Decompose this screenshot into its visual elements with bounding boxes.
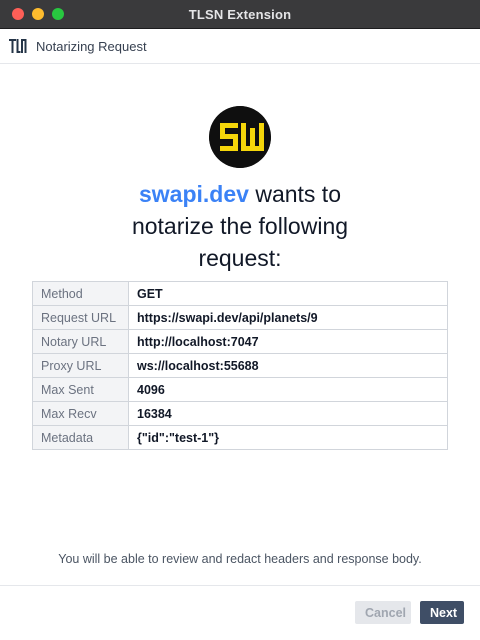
maximize-window-button[interactable]: [52, 8, 64, 20]
window-title: TLSN Extension: [188, 6, 292, 22]
request-heading: swapi.dev wants to notarize the followin…: [0, 178, 480, 274]
table-row: Notary URL http://localhost:7047: [32, 329, 448, 354]
detail-value: 4096: [128, 377, 448, 402]
request-details-table: Method GET Request URL https://swapi.dev…: [32, 281, 448, 450]
table-row: Max Recv 16384: [32, 401, 448, 426]
detail-value: 16384: [128, 401, 448, 426]
footer-divider: [0, 585, 480, 586]
detail-label: Method: [32, 281, 129, 306]
tlsn-logo-icon: [9, 39, 27, 53]
detail-value: http://localhost:7047: [128, 329, 448, 354]
detail-label: Max Sent: [32, 377, 129, 402]
detail-value: {"id":"test-1"}: [128, 425, 448, 450]
review-footnote: You will be able to review and redact he…: [58, 552, 422, 566]
table-row: Request URL https://swapi.dev/api/planet…: [32, 305, 448, 330]
table-row: Proxy URL ws://localhost:55688: [32, 353, 448, 378]
table-row: Max Sent 4096: [32, 377, 448, 402]
window-titlebar: TLSN Extension: [0, 0, 480, 29]
detail-value: GET: [128, 281, 448, 306]
table-row: Metadata {"id":"test-1"}: [32, 425, 448, 450]
cancel-button[interactable]: Cancel: [355, 601, 411, 624]
app-header: Notarizing Request: [0, 29, 480, 64]
detail-label: Metadata: [32, 425, 129, 450]
minimize-window-button[interactable]: [32, 8, 44, 20]
detail-label: Request URL: [32, 305, 129, 330]
next-button[interactable]: Next: [420, 601, 464, 624]
page-title: Notarizing Request: [36, 38, 147, 54]
site-favicon-icon: [209, 106, 271, 168]
detail-value: ws://localhost:55688: [128, 353, 448, 378]
detail-label: Proxy URL: [32, 353, 129, 378]
request-host: swapi.dev: [139, 181, 249, 207]
close-window-button[interactable]: [12, 8, 24, 20]
detail-value: https://swapi.dev/api/planets/9: [128, 305, 448, 330]
window-controls: [12, 8, 64, 20]
detail-label: Max Recv: [32, 401, 129, 426]
detail-label: Notary URL: [32, 329, 129, 354]
table-row: Method GET: [32, 281, 448, 306]
